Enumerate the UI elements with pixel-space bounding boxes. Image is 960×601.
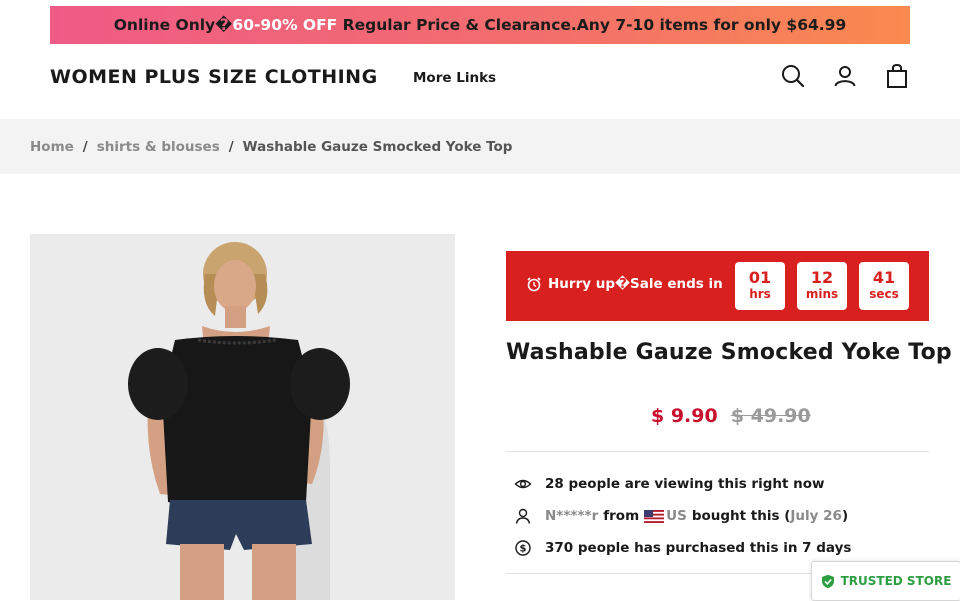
compare-price: $ 49.90	[730, 405, 811, 427]
recent-purchase-row: N*****r from US bought this ( July 26 )	[514, 505, 848, 527]
product-image[interactable]	[30, 234, 455, 600]
promo-suffix: Regular Price & Clearance.Any 7-10 items…	[337, 16, 847, 34]
timer-minutes: 12 mins	[797, 262, 847, 310]
timer-minutes-unit: mins	[805, 287, 839, 301]
shield-check-icon	[821, 574, 834, 588]
promo-highlight: 60-90% OFF	[232, 16, 338, 34]
breadcrumb-home[interactable]: Home	[30, 139, 74, 155]
bought-text: bought this (	[691, 508, 791, 524]
from-text: from	[603, 508, 640, 524]
breadcrumb-category[interactable]: shirts & blouses	[97, 139, 220, 155]
dollar-circle-icon: $	[514, 539, 532, 557]
more-links-menu[interactable]: More Links	[413, 70, 496, 86]
timer-seconds-unit: secs	[869, 287, 899, 301]
breadcrumb-separator: /	[82, 138, 88, 155]
sale-countdown-text: Hurry up�Sale ends in	[548, 276, 723, 292]
breadcrumb: Home / shirts & blouses / Washable Gauze…	[0, 119, 960, 174]
eye-icon	[514, 475, 532, 493]
promo-separator: �	[215, 16, 233, 34]
timer-hours: 01 hrs	[735, 262, 785, 310]
bought-date: July 26	[790, 508, 842, 524]
price-block: $ 9.90 $ 49.90	[651, 405, 811, 427]
timer-minutes-value: 12	[810, 268, 834, 287]
bought-close-paren: )	[841, 508, 849, 524]
viewing-now-row: 28 people are viewing this right now	[514, 473, 825, 495]
divider	[506, 451, 929, 452]
viewing-now-text: 28 people are viewing this right now	[545, 476, 825, 492]
promo-banner[interactable]: Online Only � 60-90% OFF Regular Price & C…	[50, 6, 910, 44]
breadcrumb-separator: /	[228, 138, 234, 155]
sale-price: $ 9.90	[651, 405, 718, 427]
timer-hours-value: 01	[748, 268, 772, 287]
purchased-count-row: $ 370 people has purchased this in 7 day…	[514, 537, 851, 559]
product-title: Washable Gauze Smocked Yoke Top	[506, 340, 952, 365]
sale-countdown-banner: Hurry up�Sale ends in 01 hrs 12 mins 41 …	[506, 251, 929, 321]
brand-logo[interactable]: WOMEN PLUS SIZE CLOTHING	[50, 66, 378, 88]
trusted-store-text: TRUSTED STORE	[840, 574, 952, 588]
user-icon	[514, 507, 532, 525]
promo-prefix: Online Only	[113, 16, 216, 34]
timer-hours-unit: hrs	[749, 287, 771, 301]
cart-icon[interactable]	[883, 62, 911, 90]
trusted-store-badge[interactable]: TRUSTED STORE	[811, 561, 960, 601]
buyer-name: N*****r	[545, 508, 599, 524]
account-icon[interactable]	[831, 62, 859, 90]
search-icon[interactable]	[779, 62, 807, 90]
breadcrumb-current: Washable Gauze Smocked Yoke Top	[242, 138, 513, 155]
us-flag-icon	[644, 509, 665, 523]
timer-seconds-value: 41	[872, 268, 896, 287]
buyer-country: US	[666, 508, 687, 524]
alarm-clock-icon	[527, 277, 541, 292]
sale-countdown-label: Hurry up�Sale ends in	[526, 276, 723, 292]
purchased-count-text: 370 people has purchased this in 7 days	[545, 540, 852, 556]
svg-text:$: $	[520, 544, 527, 555]
timer-seconds: 41 secs	[859, 262, 909, 310]
